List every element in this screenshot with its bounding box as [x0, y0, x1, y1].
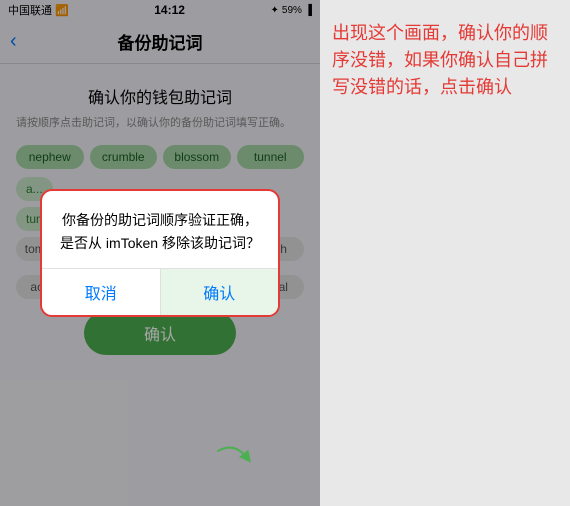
annotation-text: 出现这个画面，确认你的顺序没错，如果你确认自己拼写没错的话，点击确认: [332, 20, 558, 101]
dialog-body: 你备份的助记词顺序验证正确，是否从 imToken 移除该助记词？: [42, 191, 278, 268]
dialog: 你备份的助记词顺序验证正确，是否从 imToken 移除该助记词？ 取消 确认: [40, 189, 280, 317]
dialog-message: 你备份的助记词顺序验证正确，是否从 imToken 移除该助记词？: [58, 209, 262, 254]
phone-container: 中国联通 📶 14:12 ✦ 59% ▐ ‹ 备份助记词 确认你的钱包助记词 请…: [0, 0, 320, 506]
arrow-icon: [214, 438, 254, 478]
dialog-confirm-button[interactable]: 确认: [161, 269, 279, 315]
dialog-actions: 取消 确认: [42, 268, 278, 315]
annotation-panel: 出现这个画面，确认你的顺序没错，如果你确认自己拼写没错的话，点击确认: [320, 0, 570, 506]
dialog-overlay: 你备份的助记词顺序验证正确，是否从 imToken 移除该助记词？ 取消 确认: [0, 0, 320, 506]
dialog-cancel-button[interactable]: 取消: [42, 269, 161, 315]
